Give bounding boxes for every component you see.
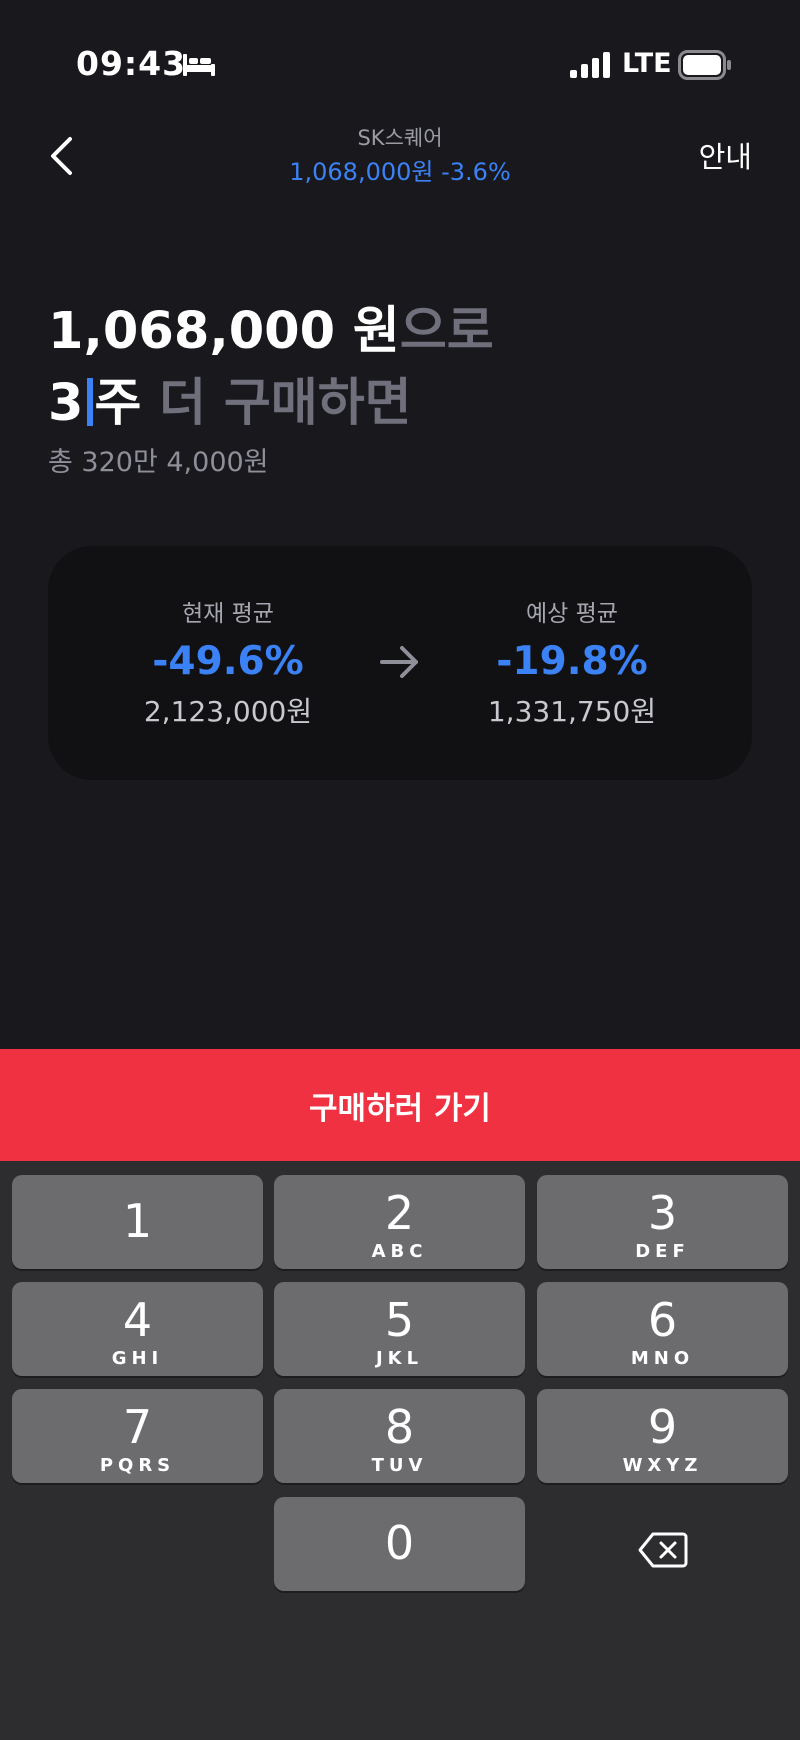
expected-average-pct: -19.8% <box>496 639 648 684</box>
current-average-label: 현재 평균 <box>182 601 274 627</box>
key-letters: JKL <box>375 1348 424 1369</box>
key-letters: MNO <box>630 1348 695 1369</box>
headline-quantity-line: 3주 더 구매하면 <box>48 368 494 440</box>
key-number: 3 <box>647 1186 678 1240</box>
signal-icon <box>570 52 610 78</box>
key-number: 5 <box>384 1293 415 1347</box>
stock-name: SK스퀘어 <box>357 126 443 150</box>
numeric-keypad: 1 2 ABC 3 DEF 4 GHI 5 JKL 6 MNO 7 PQRS 8… <box>0 1161 800 1740</box>
battery-icon <box>678 50 731 80</box>
key-number: 8 <box>384 1400 415 1454</box>
key-5[interactable]: 5 JKL <box>274 1282 525 1376</box>
status-bar: 09:43 LTE <box>0 0 800 130</box>
stock-change: -3.6% <box>441 158 511 186</box>
current-average-pct: -49.6% <box>152 639 304 684</box>
backspace-key[interactable] <box>537 1503 788 1597</box>
current-average: 현재 평균 -49.6% 2,123,000원 <box>108 598 348 732</box>
key-9[interactable]: 9 WXYZ <box>537 1389 788 1483</box>
go-to-buy-button[interactable]: 구매하러 가기 <box>0 1049 800 1161</box>
backspace-icon <box>638 1532 687 1568</box>
status-time: 09:43 <box>76 44 187 83</box>
headline-price-suffix: 으로 <box>399 302 494 361</box>
key-number: 2 <box>384 1186 415 1240</box>
key-number: 7 <box>122 1400 153 1454</box>
key-letters: PQRS <box>99 1455 176 1476</box>
guide-button[interactable]: 안내 <box>699 134 752 176</box>
network-type: LTE <box>622 48 672 79</box>
key-1[interactable]: 1 <box>12 1175 263 1269</box>
key-letters: WXYZ <box>622 1455 703 1476</box>
arrow-right-icon <box>380 646 418 678</box>
headline-rest: 더 구매하면 <box>141 374 412 433</box>
current-average-amount: 2,123,000원 <box>143 695 313 728</box>
key-number: 9 <box>647 1400 678 1454</box>
headline-price-line: 1,068,000 원으로 <box>48 296 494 368</box>
key-letters: GHI <box>111 1348 164 1369</box>
key-letters: TUV <box>371 1455 428 1476</box>
key-7[interactable]: 7 PQRS <box>12 1389 263 1483</box>
key-3[interactable]: 3 DEF <box>537 1175 788 1269</box>
back-button[interactable] <box>36 128 86 184</box>
key-8[interactable]: 8 TUV <box>274 1389 525 1483</box>
text-cursor <box>86 378 93 426</box>
headline-price: 1,068,000 원 <box>48 302 400 361</box>
key-6[interactable]: 6 MNO <box>537 1282 788 1376</box>
key-2[interactable]: 2 ABC <box>274 1175 525 1269</box>
total-amount: 총 320만 4,000원 <box>48 447 269 478</box>
headline: 1,068,000 원으로 3주 더 구매하면 <box>48 296 494 440</box>
key-4[interactable]: 4 GHI <box>12 1282 263 1376</box>
quantity-unit: 주 <box>94 374 142 433</box>
key-letters: ABC <box>371 1241 428 1262</box>
expected-average-amount: 1,331,750원 <box>487 695 657 728</box>
chevron-left-icon <box>51 137 72 175</box>
key-number: 0 <box>384 1516 415 1570</box>
key-0[interactable]: 0 <box>274 1497 525 1591</box>
key-number: 6 <box>647 1293 678 1347</box>
key-number: 1 <box>122 1194 153 1248</box>
quantity-input[interactable]: 3 <box>48 374 95 433</box>
key-number: 4 <box>122 1293 153 1347</box>
quantity-value: 3 <box>48 374 84 433</box>
average-compare-card: 현재 평균 -49.6% 2,123,000원 예상 평균 -19.8% 1,3… <box>48 546 752 780</box>
stock-header: SK스퀘어 1,068,000원 -3.6% <box>200 124 600 190</box>
expected-average-label: 예상 평균 <box>526 601 618 627</box>
bed-icon <box>183 54 215 76</box>
stock-price-line: 1,068,000원 -3.6% <box>200 154 600 190</box>
key-letters: DEF <box>635 1241 690 1262</box>
stock-price: 1,068,000원 <box>289 158 434 186</box>
expected-average: 예상 평균 -19.8% 1,331,750원 <box>452 598 692 732</box>
